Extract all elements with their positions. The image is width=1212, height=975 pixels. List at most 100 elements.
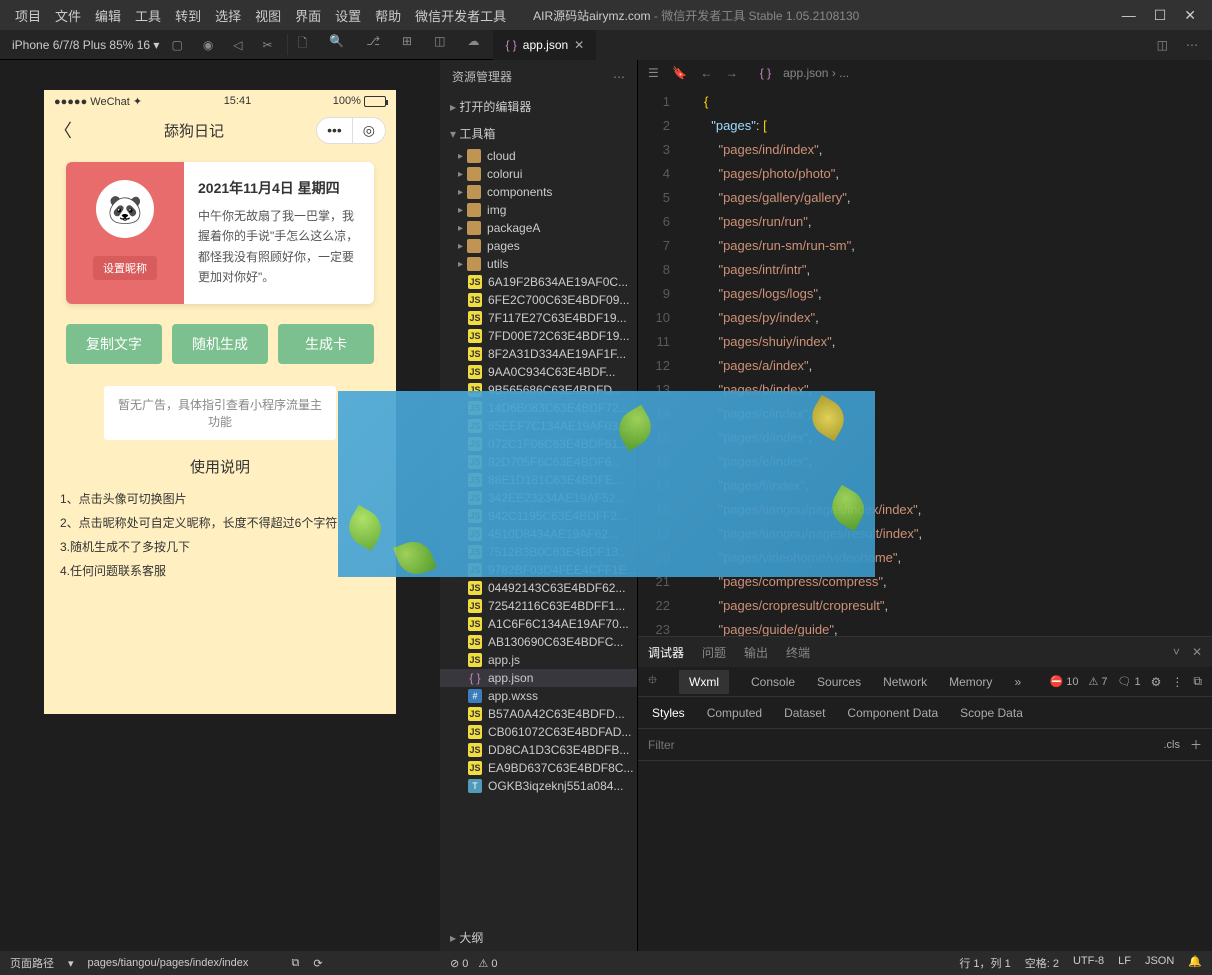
- error-count[interactable]: 10: [1049, 675, 1078, 688]
- tab-problems[interactable]: 问题: [702, 644, 726, 661]
- menu-文件[interactable]: 文件: [48, 6, 88, 25]
- file-item[interactable]: JS6FE2C700C63E4BDF09...: [440, 291, 637, 309]
- minimize-button[interactable]: —: [1122, 7, 1136, 24]
- file-item[interactable]: JSDD8CA1D3C63E4BDFB...: [440, 741, 637, 759]
- menu-转到[interactable]: 转到: [168, 6, 208, 25]
- info-count[interactable]: 1: [1118, 675, 1141, 688]
- menu-帮助[interactable]: 帮助: [368, 6, 408, 25]
- add-style-icon[interactable]: ＋: [1190, 736, 1202, 753]
- folder-components[interactable]: ▪components: [440, 183, 637, 201]
- menu-选择[interactable]: 选择: [208, 6, 248, 25]
- file-item[interactable]: JS9AA0C934C63E4BDF...: [440, 363, 637, 381]
- split-icon[interactable]: ◫: [1157, 38, 1168, 52]
- file-item[interactable]: JS8F2A31D334AE19AF1F...: [440, 345, 637, 363]
- section-outline[interactable]: 大纲: [440, 924, 637, 951]
- capsule-button[interactable]: •••◎: [316, 117, 386, 144]
- menu-界面[interactable]: 界面: [288, 6, 328, 25]
- maximize-button[interactable]: ☐: [1154, 7, 1167, 24]
- list-icon[interactable]: ☰: [648, 66, 659, 80]
- section-toolbox[interactable]: 工具箱: [440, 120, 637, 147]
- section-open-editors[interactable]: 打开的编辑器: [440, 93, 637, 120]
- status-warn-count[interactable]: ⚠ 0: [478, 957, 497, 970]
- close-panel-icon[interactable]: ✕: [1192, 645, 1202, 659]
- encoding-info[interactable]: UTF-8: [1073, 955, 1104, 971]
- indent-info[interactable]: 空格: 2: [1025, 955, 1059, 971]
- tab-console[interactable]: Console: [751, 675, 795, 689]
- btn-随机生成[interactable]: 随机生成: [172, 324, 268, 364]
- folder-packageA[interactable]: ▪packageA: [440, 219, 637, 237]
- file-item[interactable]: JS82D705F6C63E4BDF6...: [440, 453, 637, 471]
- page-path-input[interactable]: [88, 957, 278, 969]
- search-icon[interactable]: 🔍: [329, 34, 344, 55]
- status-error-count[interactable]: ⊘ 0: [450, 957, 468, 970]
- btn-生成卡[interactable]: 生成卡: [278, 324, 374, 364]
- tab-sources[interactable]: Sources: [817, 675, 861, 689]
- menu-视图[interactable]: 视图: [248, 6, 288, 25]
- folder-pages[interactable]: ▪pages: [440, 237, 637, 255]
- tab-styles[interactable]: Styles: [652, 706, 685, 720]
- folder-colorui[interactable]: ▪colorui: [440, 165, 637, 183]
- language-info[interactable]: JSON: [1145, 955, 1174, 971]
- tab-wxml[interactable]: Wxml: [679, 670, 729, 694]
- copy-icon[interactable]: ⧉: [292, 957, 300, 970]
- file-item[interactable]: JS14D6B083C63E4BDF72...: [440, 399, 637, 417]
- file-item[interactable]: JS7512B3B0C63E4BDF13...: [440, 543, 637, 561]
- menu-设置[interactable]: 设置: [328, 6, 368, 25]
- file-item[interactable]: JSB57A0A42C63E4BDFD...: [440, 705, 637, 723]
- file-item[interactable]: JS65EEF7C134AE19AF03...: [440, 417, 637, 435]
- nav-back-icon[interactable]: ←: [700, 66, 712, 80]
- file-item[interactable]: JSAB130690C63E4BDFC...: [440, 633, 637, 651]
- cut-icon[interactable]: ✂: [263, 38, 273, 52]
- file-tree[interactable]: ▪cloud▪colorui▪components▪img▪packageA▪p…: [440, 147, 637, 924]
- menu-微信开发者工具[interactable]: 微信开发者工具: [408, 6, 513, 25]
- file-item[interactable]: TOGKB3iqzeknj551a084...: [440, 777, 637, 795]
- dock-icon[interactable]: ⧉: [1193, 674, 1202, 689]
- tab-component-data[interactable]: Component Data: [847, 706, 938, 720]
- eol-info[interactable]: LF: [1118, 955, 1131, 971]
- file-item[interactable]: JS9B565686C63E4BDFD...: [440, 381, 637, 399]
- folder-utils[interactable]: ▪utils: [440, 255, 637, 273]
- more-icon[interactable]: ⋯: [1186, 38, 1198, 52]
- file-item[interactable]: JSA1C6F6C134AE19AF70...: [440, 615, 637, 633]
- record-icon[interactable]: ◉: [203, 38, 213, 52]
- file-item[interactable]: JS88E1D181C63E4BDFE...: [440, 471, 637, 489]
- style-filter-input[interactable]: [648, 738, 1163, 752]
- file-item[interactable]: JS6A19F2B634AE19AF0C...: [440, 273, 637, 291]
- branch-icon[interactable]: ⎇: [366, 34, 380, 55]
- bell-icon[interactable]: 🔔: [1188, 955, 1202, 971]
- file-item[interactable]: JS942C1195C63E4BDFF2...: [440, 507, 637, 525]
- back-icon[interactable]: 〈: [54, 117, 72, 143]
- nav-fwd-icon[interactable]: →: [726, 66, 738, 80]
- cloud-icon[interactable]: ☁: [467, 34, 479, 55]
- kebab-icon[interactable]: ⋮: [1171, 675, 1183, 689]
- btn-复制文字[interactable]: 复制文字: [66, 324, 162, 364]
- menu-编辑[interactable]: 编辑: [88, 6, 128, 25]
- file-item[interactable]: JSapp.js: [440, 651, 637, 669]
- file-item[interactable]: JS342EE23234AE19AF52...: [440, 489, 637, 507]
- device-selector[interactable]: iPhone 6/7/8 Plus 85% 16 ▾: [0, 38, 171, 52]
- close-tab-icon[interactable]: ✕: [574, 38, 584, 52]
- cursor-position[interactable]: 行 1，列 1: [959, 955, 1010, 971]
- file-item[interactable]: JS7F117E27C63E4BDF19...: [440, 309, 637, 327]
- editor-tab-active[interactable]: { } app.json ✕: [493, 30, 596, 60]
- tab-terminal[interactable]: 终端: [786, 644, 810, 661]
- settings-icon[interactable]: ⚙: [1151, 675, 1162, 689]
- collapse-icon[interactable]: ˅: [1173, 645, 1180, 659]
- explorer-more-icon[interactable]: ⋯: [613, 70, 625, 84]
- tab-debugger[interactable]: 调试器: [648, 644, 684, 661]
- folder-cloud[interactable]: ▪cloud: [440, 147, 637, 165]
- file-item[interactable]: JSEA9BD637C63E4BDF8C...: [440, 759, 637, 777]
- rotate-icon[interactable]: ▢: [171, 38, 182, 52]
- tab-memory[interactable]: Memory: [949, 675, 992, 689]
- avatar[interactable]: 🐼: [96, 180, 154, 238]
- bookmark-icon[interactable]: 🔖: [672, 66, 687, 80]
- phone-preview[interactable]: ●●●●● WeChat ✦ 15:41 100% 〈 舔狗日记 •••◎ 🐼 …: [44, 90, 396, 714]
- refresh-icon[interactable]: ⟳: [313, 957, 322, 970]
- menu-项目[interactable]: 项目: [8, 6, 48, 25]
- tab-output[interactable]: 输出: [744, 644, 768, 661]
- tab-computed[interactable]: Computed: [707, 706, 762, 720]
- tab-scope-data[interactable]: Scope Data: [960, 706, 1023, 720]
- tab-network[interactable]: Network: [883, 675, 927, 689]
- file-item[interactable]: JS4510D8434AE19AF62...: [440, 525, 637, 543]
- file-item[interactable]: JS04492143C63E4BDF62...: [440, 579, 637, 597]
